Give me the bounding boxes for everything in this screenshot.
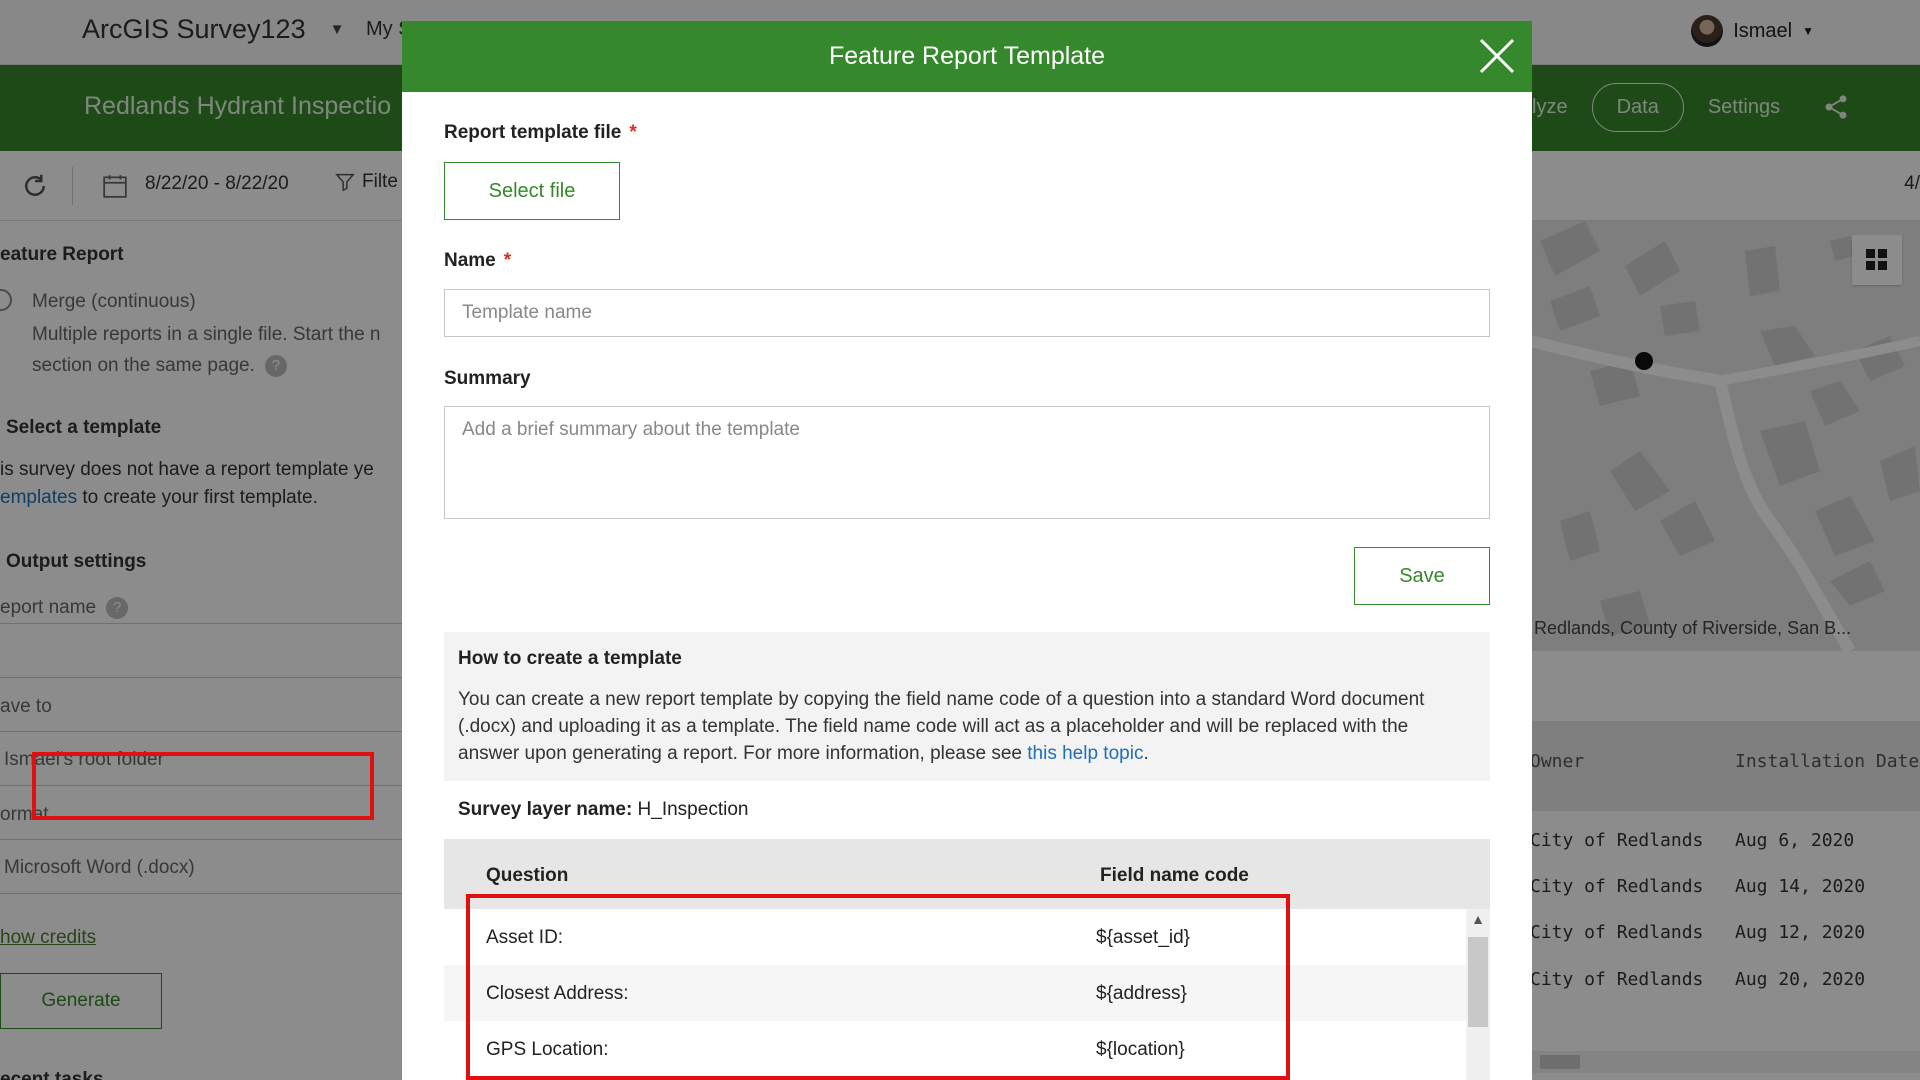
template-file-label: Report template file * (444, 122, 637, 144)
dialog-title: Feature Report Template (828, 42, 1106, 70)
summary-input[interactable] (444, 406, 1490, 519)
how-to-end: . (1143, 743, 1149, 764)
layer-value: H_Inspection (637, 799, 749, 820)
vertical-scrollbar[interactable]: ▲ (1466, 909, 1490, 1080)
summary-label: Summary (444, 368, 531, 389)
help-topic-link[interactable]: this help topic (1027, 743, 1143, 764)
layer-label: Survey layer name: (458, 799, 633, 820)
how-to-box: How to create a template You can create … (444, 632, 1490, 781)
chevron-up-icon[interactable]: ▲ (1466, 911, 1490, 933)
close-icon[interactable] (1476, 35, 1518, 77)
column-question: Question (486, 865, 569, 886)
survey-layer-name: Survey layer name: H_Inspection (458, 799, 748, 821)
save-button[interactable]: Save (1354, 547, 1490, 605)
name-label: Name * (444, 250, 511, 272)
name-label-text: Name (444, 250, 496, 271)
required-mark: * (503, 250, 512, 271)
highlight-box-layer-name (32, 752, 374, 820)
dialog-header: Feature Report Template (402, 21, 1532, 92)
select-file-button[interactable]: Select file (444, 162, 620, 220)
scroll-thumb[interactable] (1468, 937, 1488, 1027)
template-name-input[interactable] (444, 289, 1490, 337)
required-mark: * (629, 122, 637, 143)
column-field-code: Field name code (1100, 865, 1249, 886)
how-to-text: You can create a new report template by … (458, 686, 1468, 767)
highlight-box-field-codes (466, 894, 1290, 1080)
template-file-label-text: Report template file (444, 122, 622, 143)
how-to-body: You can create a new report template by … (458, 689, 1425, 764)
how-to-title: How to create a template (458, 648, 682, 669)
